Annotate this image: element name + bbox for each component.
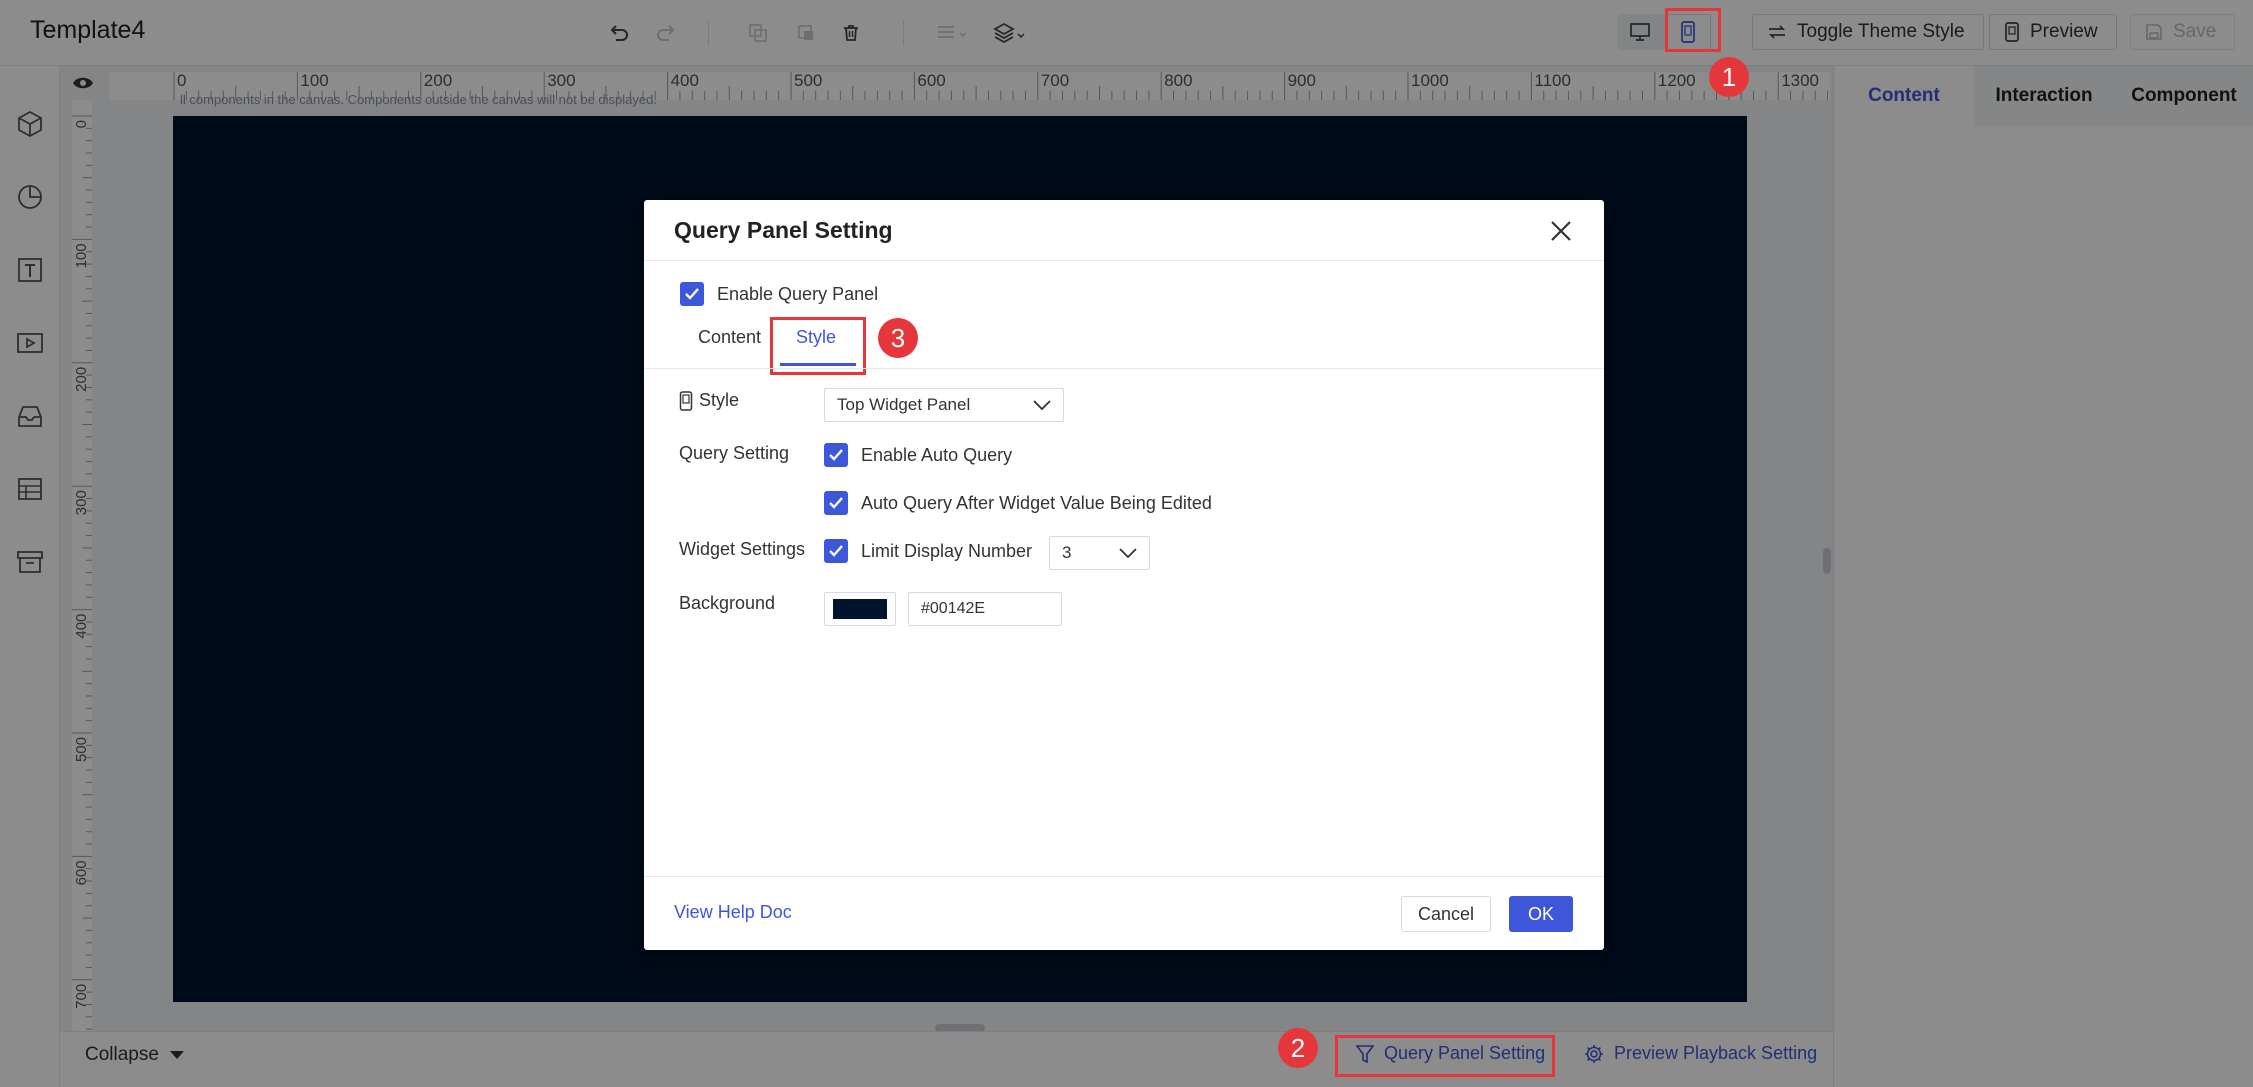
color-swatch bbox=[833, 599, 887, 619]
checkbox-checked-icon bbox=[824, 539, 848, 563]
close-icon[interactable] bbox=[1548, 218, 1574, 244]
checkbox-checked-icon bbox=[824, 443, 848, 467]
style-field-label: Style bbox=[679, 390, 739, 411]
background-label: Background bbox=[679, 593, 776, 613]
query-panel-setting-dialog: Query Panel Setting Enable Query Panel C… bbox=[644, 200, 1604, 950]
annotation-badge-3: 3 bbox=[878, 318, 918, 358]
annotation-badge-1: 1 bbox=[1709, 57, 1749, 97]
mobile-icon bbox=[679, 390, 693, 411]
view-help-doc-link[interactable]: View Help Doc bbox=[674, 902, 792, 923]
auto-query-after-edit-checkbox[interactable]: Auto Query After Widget Value Being Edit… bbox=[824, 491, 1212, 515]
dialog-tabs-divider bbox=[644, 368, 1604, 369]
dialog-tab-style[interactable]: Style bbox=[796, 327, 836, 348]
ok-button[interactable]: OK bbox=[1509, 896, 1573, 932]
enable-query-panel-checkbox[interactable]: Enable Query Panel bbox=[680, 282, 878, 306]
limit-display-number-checkbox[interactable]: Limit Display Number bbox=[824, 539, 1032, 563]
active-tab-indicator bbox=[780, 363, 856, 366]
chevron-down-icon bbox=[1033, 400, 1051, 410]
background-color-picker[interactable] bbox=[824, 592, 896, 626]
style-select[interactable]: Top Widget Panel bbox=[824, 388, 1064, 422]
enable-auto-query-checkbox[interactable]: Enable Auto Query bbox=[824, 443, 1012, 467]
dialog-footer-divider bbox=[644, 876, 1604, 877]
enable-query-panel-label: Enable Query Panel bbox=[717, 283, 879, 304]
background-hex-input[interactable] bbox=[908, 592, 1062, 626]
style-select-value: Top Widget Panel bbox=[837, 395, 971, 414]
chevron-down-icon bbox=[1119, 548, 1137, 558]
checkbox-checked-icon bbox=[680, 282, 704, 306]
limit-number-select[interactable]: 3 bbox=[1049, 536, 1150, 570]
dialog-header-divider bbox=[644, 260, 1604, 261]
dialog-title: Query Panel Setting bbox=[674, 217, 893, 243]
widget-settings-label: Widget Settings bbox=[679, 539, 806, 559]
dialog-tab-content[interactable]: Content bbox=[698, 327, 761, 348]
query-setting-label: Query Setting bbox=[679, 443, 790, 463]
limit-display-number-label: Limit Display Number bbox=[861, 540, 1033, 561]
cancel-button[interactable]: Cancel bbox=[1401, 896, 1491, 932]
checkbox-checked-icon bbox=[824, 491, 848, 515]
annotation-badge-2: 2 bbox=[1278, 1028, 1318, 1068]
limit-number-value: 3 bbox=[1062, 543, 1072, 562]
enable-auto-query-label: Enable Auto Query bbox=[861, 444, 1013, 465]
auto-query-after-edit-label: Auto Query After Widget Value Being Edit… bbox=[861, 492, 1212, 513]
